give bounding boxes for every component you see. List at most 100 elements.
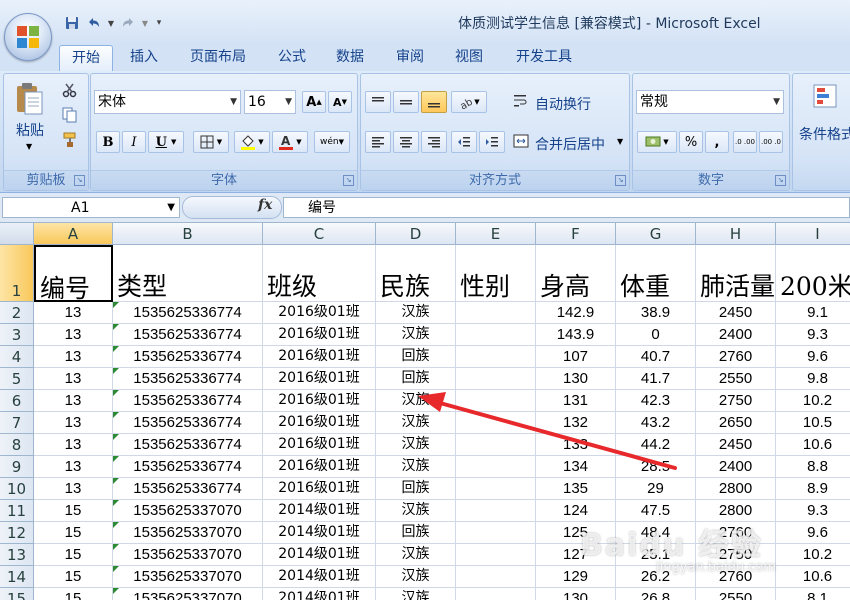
table-cell[interactable]: 9.6 bbox=[776, 346, 850, 368]
table-cell[interactable]: 2550 bbox=[696, 368, 776, 390]
row-header-3[interactable]: 3 bbox=[0, 324, 34, 346]
table-cell[interactable]: 2014级01班 bbox=[263, 522, 376, 544]
row-header-4[interactable]: 4 bbox=[0, 346, 34, 368]
table-cell[interactable]: 132 bbox=[536, 412, 616, 434]
merge-dropdown-icon[interactable]: ▼ bbox=[617, 137, 623, 146]
row-header-11[interactable]: 11 bbox=[0, 500, 34, 522]
table-cell[interactable]: 汉族 bbox=[376, 412, 456, 434]
percent-button[interactable]: % bbox=[679, 131, 703, 153]
align-left-button[interactable] bbox=[365, 131, 391, 153]
table-cell[interactable] bbox=[456, 566, 536, 588]
table-cell[interactable]: 2016级01班 bbox=[263, 390, 376, 412]
italic-button[interactable]: I bbox=[122, 131, 146, 153]
table-cell[interactable]: 2016级01班 bbox=[263, 434, 376, 456]
clipboard-launcher-icon[interactable]: ↘ bbox=[74, 175, 85, 186]
table-cell[interactable]: 107 bbox=[536, 346, 616, 368]
row-header-14[interactable]: 14 bbox=[0, 566, 34, 588]
row-header-6[interactable]: 6 bbox=[0, 390, 34, 412]
format-painter-icon[interactable] bbox=[62, 132, 78, 152]
align-center-button[interactable] bbox=[393, 131, 419, 153]
table-cell[interactable]: 1535625337070 bbox=[113, 544, 263, 566]
table-cell[interactable]: 2400 bbox=[696, 456, 776, 478]
table-cell[interactable]: 2400 bbox=[696, 324, 776, 346]
table-cell[interactable]: 回族 bbox=[376, 522, 456, 544]
table-cell[interactable]: 9.6 bbox=[776, 522, 850, 544]
table-cell[interactable]: 40.7 bbox=[616, 346, 696, 368]
table-cell[interactable] bbox=[456, 412, 536, 434]
table-cell[interactable]: 1535625336774 bbox=[113, 412, 263, 434]
tab-page-layout[interactable]: 页面布局 bbox=[180, 45, 256, 70]
font-launcher-icon[interactable]: ↘ bbox=[343, 175, 354, 186]
column-header-b[interactable]: B bbox=[113, 223, 263, 245]
row-header-5[interactable]: 5 bbox=[0, 368, 34, 390]
table-cell[interactable] bbox=[456, 500, 536, 522]
table-cell[interactable]: 15 bbox=[34, 544, 113, 566]
table-cell[interactable]: 1535625336774 bbox=[113, 324, 263, 346]
table-cell[interactable]: 142.9 bbox=[536, 302, 616, 324]
conditional-format-button[interactable]: 条件格式 bbox=[799, 124, 850, 144]
table-cell[interactable]: 2016级01班 bbox=[263, 368, 376, 390]
table-cell[interactable]: 28.5 bbox=[616, 456, 696, 478]
comma-button[interactable]: , bbox=[705, 131, 729, 153]
table-cell[interactable]: 13 bbox=[34, 412, 113, 434]
currency-button[interactable]: ▼ bbox=[637, 131, 677, 153]
formula-input[interactable]: 编号 bbox=[283, 197, 850, 218]
table-cell[interactable]: 2016级01班 bbox=[263, 478, 376, 500]
table-cell[interactable]: 2550 bbox=[696, 588, 776, 600]
align-middle-button[interactable] bbox=[393, 91, 419, 113]
table-cell[interactable]: 2016级01班 bbox=[263, 412, 376, 434]
table-cell[interactable]: 9.1 bbox=[776, 302, 850, 324]
table-cell[interactable]: 15 bbox=[34, 566, 113, 588]
table-cell[interactable]: 2800 bbox=[696, 500, 776, 522]
table-cell[interactable]: 13 bbox=[34, 368, 113, 390]
table-cell[interactable]: 1535625336774 bbox=[113, 434, 263, 456]
table-cell[interactable]: 25.1 bbox=[616, 544, 696, 566]
phonetic-button[interactable]: wén ▼ bbox=[314, 131, 350, 153]
row-header-1[interactable]: 1 bbox=[0, 245, 34, 302]
decrease-decimal-button[interactable]: .00 .0 bbox=[759, 131, 783, 153]
orientation-button[interactable]: ab ▼ bbox=[451, 91, 487, 113]
table-cell[interactable]: 1535625337070 bbox=[113, 522, 263, 544]
undo-dropdown-icon[interactable]: ▼ bbox=[106, 14, 116, 32]
header-cell[interactable]: 性别 bbox=[456, 245, 536, 302]
table-cell[interactable] bbox=[456, 302, 536, 324]
number-launcher-icon[interactable]: ↘ bbox=[775, 175, 786, 186]
align-bottom-button[interactable] bbox=[421, 91, 447, 113]
table-cell[interactable]: 2760 bbox=[696, 346, 776, 368]
table-cell[interactable] bbox=[456, 478, 536, 500]
table-cell[interactable]: 26.8 bbox=[616, 588, 696, 600]
table-cell[interactable]: 131 bbox=[536, 390, 616, 412]
number-format-select[interactable]: 常规 ▼ bbox=[636, 90, 784, 114]
table-cell[interactable]: 10.5 bbox=[776, 412, 850, 434]
header-cell[interactable]: 肺活量 bbox=[696, 245, 776, 302]
column-header-d[interactable]: D bbox=[376, 223, 456, 245]
table-cell[interactable]: 2650 bbox=[696, 412, 776, 434]
table-cell[interactable] bbox=[456, 346, 536, 368]
table-cell[interactable]: 汉族 bbox=[376, 434, 456, 456]
table-cell[interactable] bbox=[456, 324, 536, 346]
table-cell[interactable]: 10.6 bbox=[776, 434, 850, 456]
active-cell[interactable]: 编号 bbox=[34, 245, 113, 302]
table-cell[interactable]: 13 bbox=[34, 324, 113, 346]
table-cell[interactable] bbox=[456, 544, 536, 566]
table-cell[interactable]: 15 bbox=[34, 588, 113, 600]
alignment-launcher-icon[interactable]: ↘ bbox=[615, 175, 626, 186]
table-cell[interactable]: 38.9 bbox=[616, 302, 696, 324]
tab-insert[interactable]: 插入 bbox=[120, 45, 168, 70]
table-cell[interactable]: 回族 bbox=[376, 478, 456, 500]
header-cell[interactable]: 民族 bbox=[376, 245, 456, 302]
table-cell[interactable]: 2760 bbox=[696, 566, 776, 588]
table-cell[interactable]: 9.3 bbox=[776, 500, 850, 522]
redo-dropdown-icon[interactable]: ▼ bbox=[140, 14, 150, 32]
table-cell[interactable]: 47.5 bbox=[616, 500, 696, 522]
header-cell[interactable]: 类型 bbox=[113, 245, 263, 302]
tab-view[interactable]: 视图 bbox=[445, 45, 493, 70]
insert-function-icon[interactable]: fx bbox=[258, 197, 272, 213]
table-cell[interactable]: 26.2 bbox=[616, 566, 696, 588]
table-cell[interactable] bbox=[456, 588, 536, 600]
office-button[interactable] bbox=[4, 13, 52, 61]
increase-decimal-button[interactable]: .0 .00 bbox=[733, 131, 757, 153]
tab-formulas[interactable]: 公式 bbox=[268, 45, 316, 70]
name-box[interactable]: A1 ▼ bbox=[2, 197, 180, 218]
table-cell[interactable] bbox=[456, 368, 536, 390]
